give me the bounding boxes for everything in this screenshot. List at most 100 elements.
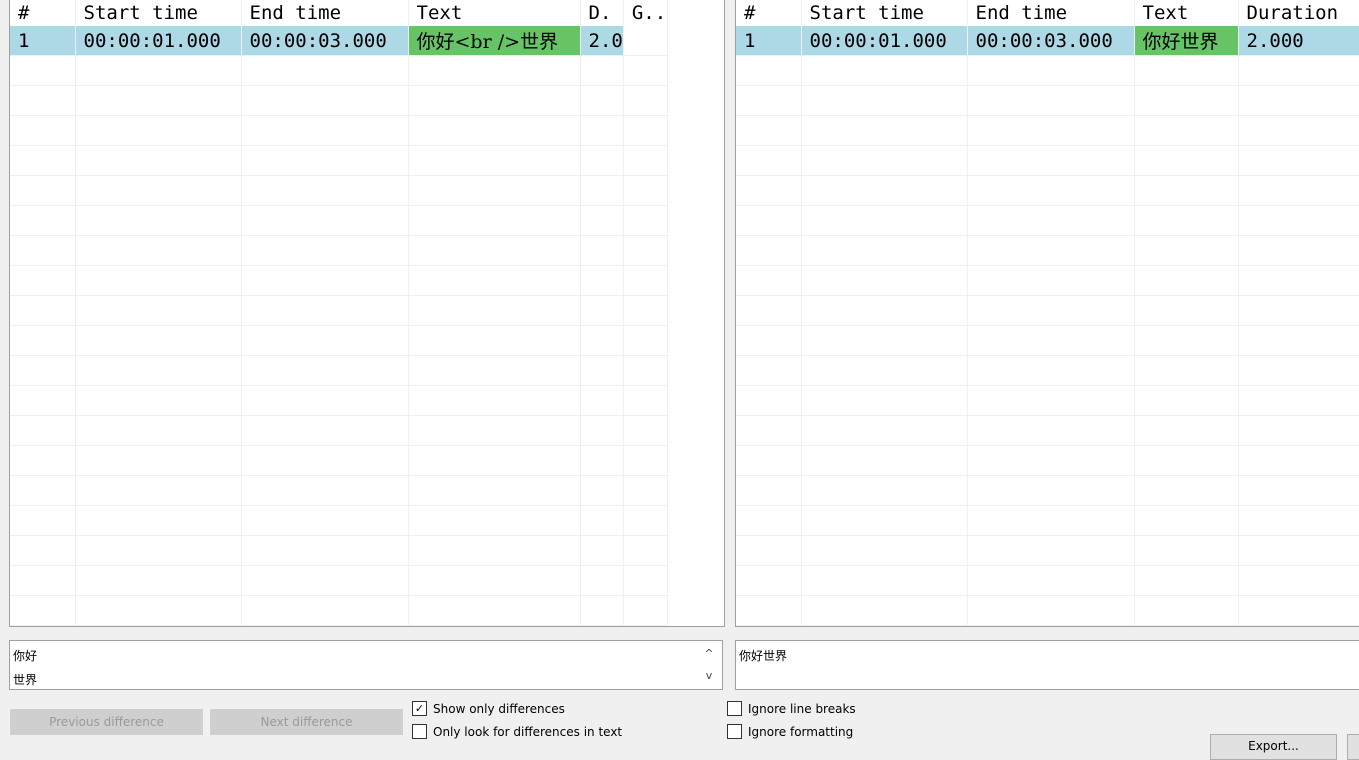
empty-cell xyxy=(75,85,242,116)
empty-cell xyxy=(408,415,581,446)
show-only-differences-label: Show only differences xyxy=(433,702,565,716)
empty-cell xyxy=(736,115,802,146)
right-subtitle-grid[interactable]: # Start time End time Text Duration 1 00… xyxy=(735,0,1359,627)
ignore-formatting-checkbox[interactable]: Ignore formatting xyxy=(727,723,853,741)
column-header-number[interactable]: # xyxy=(736,0,802,26)
empty-cell xyxy=(623,145,668,176)
column-header-gap[interactable]: G.. xyxy=(623,0,668,26)
empty-cell xyxy=(967,415,1135,446)
empty-cell xyxy=(623,85,668,116)
close-button[interactable] xyxy=(1347,734,1359,760)
empty-cell xyxy=(801,145,968,176)
cell-start-time: 00:00:01.000 xyxy=(75,26,242,56)
column-header-text[interactable]: Text xyxy=(408,0,581,26)
empty-cell xyxy=(408,565,581,596)
empty-cell xyxy=(10,535,76,566)
next-difference-button[interactable]: Next difference xyxy=(210,709,403,735)
empty-cell xyxy=(736,55,802,86)
empty-cell xyxy=(623,55,668,86)
column-header-text[interactable]: Text xyxy=(1134,0,1239,26)
empty-cell xyxy=(580,265,624,296)
column-header-start-time[interactable]: Start time xyxy=(801,0,968,26)
empty-cell xyxy=(801,55,968,86)
empty-cell xyxy=(75,595,242,626)
empty-cell xyxy=(75,445,242,476)
cell-duration: 2.000 xyxy=(1238,26,1359,56)
empty-cell xyxy=(967,595,1135,626)
empty-cell xyxy=(736,265,802,296)
empty-cell xyxy=(580,235,624,266)
empty-cell xyxy=(801,385,968,416)
cell-duration: 2.0 xyxy=(580,26,624,56)
empty-cell xyxy=(10,265,76,296)
empty-cell xyxy=(10,625,76,626)
export-button[interactable]: Export... xyxy=(1210,734,1337,760)
column-header-start-time[interactable]: Start time xyxy=(75,0,242,26)
previous-difference-button[interactable]: Previous difference xyxy=(10,709,203,735)
empty-cell xyxy=(75,505,242,536)
empty-cell xyxy=(408,505,581,536)
empty-cell xyxy=(408,385,581,416)
cell-text: 你好<br />世界 xyxy=(408,26,581,56)
checkbox-icon[interactable] xyxy=(727,724,742,739)
checkbox-icon[interactable] xyxy=(412,724,427,739)
empty-cell xyxy=(580,355,624,386)
scroll-down-icon[interactable]: v xyxy=(702,665,716,687)
empty-cell xyxy=(736,565,802,596)
left-subtitle-grid[interactable]: # Start time End time Text D. G.. 1 00:0… xyxy=(9,0,725,627)
empty-cell xyxy=(75,145,242,176)
empty-cell xyxy=(736,505,802,536)
empty-cell xyxy=(408,85,581,116)
empty-row xyxy=(736,205,1359,236)
empty-cell xyxy=(241,205,409,236)
column-header-duration[interactable]: D. xyxy=(580,0,624,26)
empty-cell xyxy=(1134,265,1239,296)
left-text-line: 你好 xyxy=(13,649,38,663)
empty-cell xyxy=(623,415,668,446)
empty-cell xyxy=(241,355,409,386)
ignore-line-breaks-checkbox[interactable]: Ignore line breaks xyxy=(727,700,856,718)
table-row[interactable]: 1 00:00:01.000 00:00:03.000 你好<br />世界 2… xyxy=(10,26,668,56)
empty-cell xyxy=(10,115,76,146)
table-row[interactable]: 1 00:00:01.000 00:00:03.000 你好世界 2.000 xyxy=(736,26,1359,56)
left-text-scrollbar[interactable]: ^ v xyxy=(702,643,716,687)
column-header-number[interactable]: # xyxy=(10,0,76,26)
empty-row xyxy=(10,205,668,236)
empty-row xyxy=(10,115,668,146)
empty-cell xyxy=(10,445,76,476)
scroll-up-icon[interactable]: ^ xyxy=(702,643,716,665)
cell-gap xyxy=(623,26,668,56)
empty-cell xyxy=(10,415,76,446)
only-text-differences-checkbox[interactable]: Only look for differences in text xyxy=(412,723,622,741)
empty-cell xyxy=(580,475,624,506)
empty-cell xyxy=(1134,55,1239,86)
empty-cell xyxy=(408,295,581,326)
empty-cell xyxy=(623,595,668,626)
empty-cell xyxy=(408,205,581,236)
column-header-end-time[interactable]: End time xyxy=(967,0,1135,26)
empty-cell xyxy=(75,565,242,596)
empty-cell xyxy=(10,85,76,116)
left-text-preview[interactable]: 你好 世界 ^ v xyxy=(9,640,723,690)
empty-row xyxy=(10,55,668,86)
empty-cell xyxy=(1134,445,1239,476)
empty-cell xyxy=(967,625,1135,626)
checkbox-checked-icon[interactable]: ✓ xyxy=(412,701,427,716)
right-text-preview[interactable]: 你好世界 xyxy=(735,640,1359,690)
column-header-duration[interactable]: Duration xyxy=(1238,0,1359,26)
empty-row xyxy=(736,265,1359,296)
empty-cell xyxy=(967,55,1135,86)
empty-cell xyxy=(580,85,624,116)
column-header-end-time[interactable]: End time xyxy=(241,0,409,26)
empty-row xyxy=(10,445,668,476)
empty-cell xyxy=(736,295,802,326)
empty-cell xyxy=(241,85,409,116)
empty-cell xyxy=(1238,115,1359,146)
empty-cell xyxy=(1134,145,1239,176)
empty-cell xyxy=(580,445,624,476)
empty-row xyxy=(10,595,668,626)
empty-cell xyxy=(623,535,668,566)
show-only-differences-checkbox[interactable]: ✓ Show only differences xyxy=(412,700,565,718)
checkbox-icon[interactable] xyxy=(727,701,742,716)
empty-row xyxy=(10,175,668,206)
